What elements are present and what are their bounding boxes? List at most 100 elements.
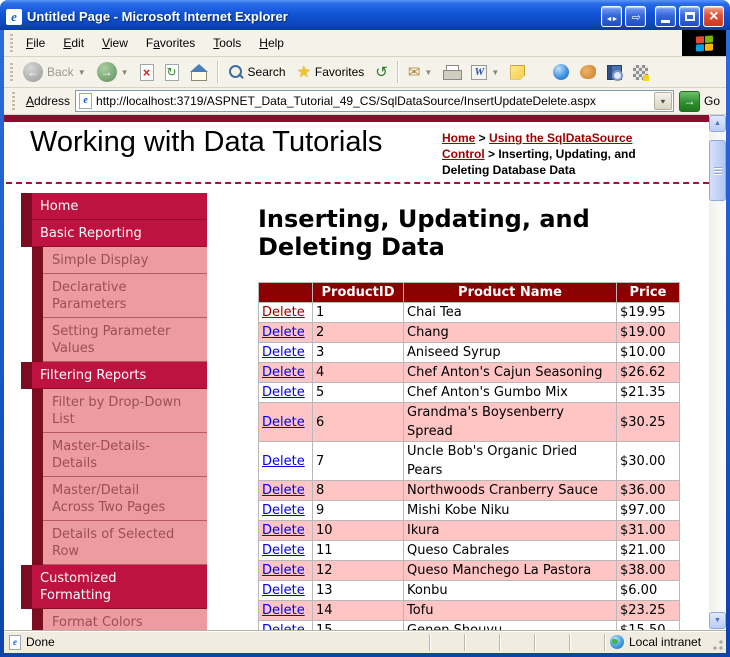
back-button[interactable]: Back ▼ bbox=[18, 60, 91, 84]
cell-price: $15.50 bbox=[616, 620, 680, 630]
detach-window-button[interactable] bbox=[625, 6, 646, 27]
cell-delete: Delete bbox=[258, 362, 313, 383]
refresh-button[interactable] bbox=[160, 62, 184, 83]
delete-link[interactable]: Delete bbox=[262, 603, 305, 618]
delete-link[interactable]: Delete bbox=[262, 415, 305, 430]
delete-link[interactable]: Delete bbox=[262, 454, 305, 469]
address-url[interactable]: http://localhost:3719/ASPNET_Data_Tutori… bbox=[96, 94, 650, 108]
sidebar-item-format-colors[interactable]: Format Colors bbox=[21, 609, 207, 630]
cell-product-name: Genen Shouyu bbox=[403, 620, 617, 630]
delete-link[interactable]: Delete bbox=[262, 325, 305, 340]
cell-price: $30.00 bbox=[616, 441, 680, 481]
refresh-icon bbox=[164, 63, 179, 81]
search-button[interactable]: Search bbox=[223, 62, 291, 82]
toolbar-grip[interactable] bbox=[10, 63, 13, 81]
sidebar-item-declarative-parameters[interactable]: Declarative Parameters bbox=[21, 274, 207, 318]
delete-link[interactable]: Delete bbox=[262, 563, 305, 578]
delete-link[interactable]: Delete bbox=[262, 523, 305, 538]
sidebar-item-label: Simple Display bbox=[43, 247, 207, 274]
sidebar-item-label: Basic Reporting bbox=[32, 220, 207, 247]
delete-link[interactable]: Delete bbox=[262, 543, 305, 558]
delete-link[interactable]: Delete bbox=[262, 305, 305, 320]
messenger-button[interactable] bbox=[548, 62, 574, 82]
cell-price: $21.00 bbox=[616, 540, 680, 561]
address-label: Address bbox=[26, 94, 71, 108]
cell-product-id: 13 bbox=[312, 580, 404, 601]
menu-item-file[interactable]: File bbox=[17, 31, 54, 55]
sidebar-item-basic-reporting[interactable]: Basic Reporting bbox=[21, 220, 207, 247]
page-title: Inserting, Updating, and Deleting Data bbox=[258, 205, 590, 261]
cell-product-id: 10 bbox=[312, 520, 404, 541]
menu-item-favorites[interactable]: Favorites bbox=[137, 31, 204, 55]
indent-block bbox=[21, 565, 32, 609]
cell-product-name: Uncle Bob's Organic Dried Pears bbox=[403, 441, 617, 481]
research-button[interactable] bbox=[575, 63, 601, 81]
delete-link[interactable]: Delete bbox=[262, 623, 305, 630]
reference-button[interactable] bbox=[602, 63, 627, 82]
delete-link[interactable]: Delete bbox=[262, 345, 305, 360]
delete-link[interactable]: Delete bbox=[262, 483, 305, 498]
delete-link[interactable]: Delete bbox=[262, 385, 305, 400]
sidebar-item-master-details-details[interactable]: Master-Details-Details bbox=[21, 433, 207, 477]
resize-grip[interactable] bbox=[712, 639, 724, 651]
ie-page-icon bbox=[6, 8, 22, 25]
forward-button[interactable]: ▼ bbox=[92, 60, 134, 84]
menu-item-edit[interactable]: Edit bbox=[54, 31, 93, 55]
stop-button[interactable] bbox=[135, 62, 159, 83]
product-row: Delete 12 Queso Manchego La Pastora $38.00 bbox=[258, 560, 680, 581]
mail-dropdown-caret[interactable]: ▼ bbox=[424, 68, 432, 77]
status-pane bbox=[499, 633, 534, 651]
sidebar-item-simple-display[interactable]: Simple Display bbox=[21, 247, 207, 274]
delete-link[interactable]: Delete bbox=[262, 365, 305, 380]
scrollbar-thumb[interactable] bbox=[709, 140, 726, 201]
sidebar-item-filter-by-drop-down-list[interactable]: Filter by Drop-Down List bbox=[21, 389, 207, 433]
edit-dropdown-caret[interactable]: ▼ bbox=[491, 68, 499, 77]
cell-product-id: 6 bbox=[312, 402, 404, 442]
cell-product-name: Grandma's Boysenberry Spread bbox=[403, 402, 617, 442]
discuss-button[interactable] bbox=[505, 63, 530, 82]
home-button[interactable] bbox=[185, 62, 213, 82]
menu-item-tools[interactable]: Tools bbox=[204, 31, 250, 55]
mail-button[interactable]: ▼ bbox=[403, 61, 438, 83]
favorites-button[interactable]: Favorites bbox=[292, 60, 370, 84]
scroll-down-button[interactable] bbox=[709, 612, 726, 629]
indent-block bbox=[32, 274, 43, 318]
dev-tool-button[interactable] bbox=[628, 63, 653, 82]
grid-tool-icon bbox=[633, 64, 650, 81]
sidebar-item-details-of-selected-row[interactable]: Details of Selected Row bbox=[21, 521, 207, 565]
back-dropdown-caret[interactable]: ▼ bbox=[78, 68, 86, 77]
sidebar-item-setting-parameter-values[interactable]: Setting Parameter Values bbox=[21, 318, 207, 362]
security-zone-pane: Local intranet bbox=[604, 633, 726, 651]
vertical-scrollbar[interactable] bbox=[709, 115, 726, 630]
minimize-button[interactable] bbox=[655, 6, 676, 27]
address-input[interactable]: http://localhost:3719/ASPNET_Data_Tutori… bbox=[75, 90, 674, 112]
menubar-grip[interactable] bbox=[10, 34, 13, 52]
menu-item-help[interactable]: Help bbox=[250, 31, 293, 55]
print-button[interactable] bbox=[438, 63, 465, 81]
menu-item-view[interactable]: View bbox=[93, 31, 137, 55]
address-dropdown-button[interactable] bbox=[653, 92, 672, 110]
go-button[interactable]: Go bbox=[678, 90, 722, 112]
close-button[interactable] bbox=[703, 6, 724, 27]
sidebar-item-home[interactable]: Home bbox=[21, 193, 207, 220]
titlebar[interactable]: Untitled Page - Microsoft Internet Explo… bbox=[0, 0, 730, 30]
maximize-button[interactable] bbox=[679, 6, 700, 27]
indent-block bbox=[32, 521, 43, 565]
forward-dropdown-caret[interactable]: ▼ bbox=[121, 68, 129, 77]
breadcrumb-item[interactable]: Home bbox=[442, 131, 475, 145]
edit-with-word-button[interactable]: ▼ bbox=[466, 63, 504, 82]
scroll-up-button[interactable] bbox=[709, 115, 726, 132]
sidebar-item-customized-formatting[interactable]: Customized Formatting bbox=[21, 565, 207, 609]
delete-link[interactable]: Delete bbox=[262, 583, 305, 598]
product-row: Delete 2 Chang $19.00 bbox=[258, 322, 680, 343]
sidebar-item-master-detail-across-two-pages[interactable]: Master/Detail Across Two Pages bbox=[21, 477, 207, 521]
product-row: Delete 3 Aniseed Syrup $10.00 bbox=[258, 342, 680, 363]
history-button[interactable] bbox=[370, 61, 393, 83]
sidebar-item-label: Master/Detail Across Two Pages bbox=[43, 477, 207, 521]
resize-horizontal-button[interactable] bbox=[601, 6, 622, 27]
cell-price: $19.00 bbox=[616, 322, 680, 343]
dashed-divider bbox=[6, 182, 709, 184]
sidebar-item-filtering-reports[interactable]: Filtering Reports bbox=[21, 362, 207, 389]
delete-link[interactable]: Delete bbox=[262, 503, 305, 518]
addressbar-grip[interactable] bbox=[12, 92, 15, 110]
